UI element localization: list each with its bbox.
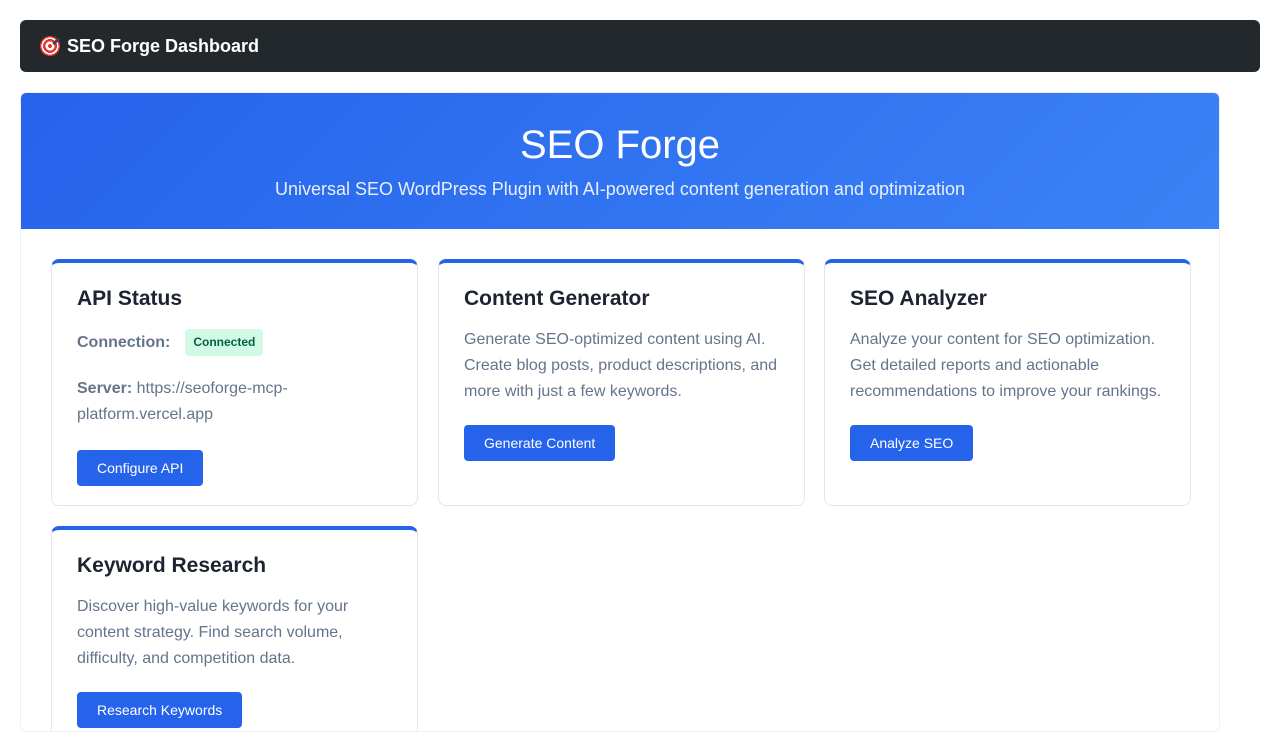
card-description: Generate SEO-optimized content using AI.… (464, 331, 778, 400)
seo-analyzer-card: SEO Analyzer Analyze your content for SE… (824, 259, 1191, 506)
analyze-seo-button[interactable]: Analyze SEO (850, 425, 974, 462)
card-description: Analyze your content for SEO optimizatio… (850, 331, 1162, 400)
keyword-research-card: Keyword Research Discover high-value key… (51, 526, 418, 731)
server-label: Server: (77, 380, 133, 397)
hero-banner: SEO Forge Universal SEO WordPress Plugin… (21, 93, 1219, 229)
hero-subtitle: Universal SEO WordPress Plugin with AI-p… (274, 179, 966, 199)
card-title: SEO Analyzer (850, 287, 987, 310)
server-info: Server: https://seoforge-mcp-platform.ve… (77, 376, 392, 428)
api-status-card: API Status Connection: Connected Server:… (51, 259, 418, 506)
research-keywords-button[interactable]: Research Keywords (77, 692, 243, 729)
card-title: Keyword Research (77, 554, 267, 577)
card-title: API Status (77, 287, 183, 310)
card-title: Content Generator (464, 287, 650, 310)
dashboard-panel: SEO Forge Universal SEO WordPress Plugin… (20, 92, 1220, 732)
status-badge: Connected (185, 329, 264, 356)
top-bar: SEO Forge Dashboard (20, 20, 1260, 72)
configure-api-button[interactable]: Configure API (77, 449, 204, 486)
dashboard-title: SEO Forge Dashboard (67, 35, 260, 56)
hero-title: SEO Forge (519, 123, 721, 167)
content-generator-card: Content Generator Generate SEO-optimized… (438, 259, 805, 506)
target-icon (40, 36, 60, 56)
connection-label: Connection: (77, 333, 171, 351)
connection-row: Connection: Connected (77, 329, 392, 356)
generate-content-button[interactable]: Generate Content (464, 425, 616, 462)
card-description: Discover high-value keywords for your co… (77, 598, 349, 667)
